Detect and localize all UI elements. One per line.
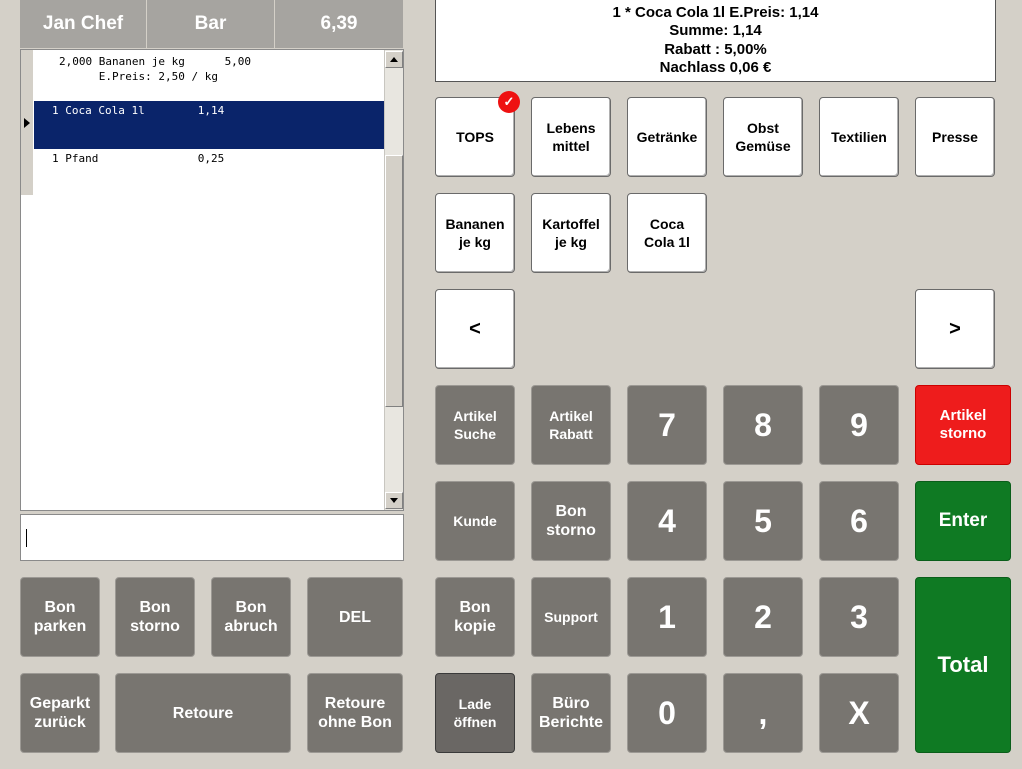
artikel-storno-button[interactable]: Artikel storno [915,385,1011,465]
category-label: TOPS [456,129,494,145]
text-caret [26,529,27,547]
kunde-button[interactable]: Kunde [435,481,515,561]
key-9[interactable]: 9 [819,385,899,465]
geparkt-zurueck-button[interactable]: Geparkt zurück [20,673,100,753]
enter-button[interactable]: Enter [915,481,1011,561]
category-presse[interactable]: Presse [915,97,995,177]
key-comma[interactable]: , [723,673,803,753]
scroll-down-button[interactable] [385,492,403,509]
bon-parken-button[interactable]: Bon parken [20,577,100,657]
info-line-sum: Summe: 1,14 [669,22,762,39]
info-line-discount: Rabatt : 5,00% [664,40,767,58]
receipt-row: 1 Coca Cola 1l 1,14 [52,104,225,117]
vertical-scrollbar[interactable] [384,50,403,510]
artikel-rabatt-button[interactable]: Artikel Rabatt [531,385,611,465]
info-line-reduction: Nachlass 0,06 € [659,59,772,76]
key-1[interactable]: 1 [627,577,707,657]
del-button[interactable]: DEL [307,577,403,657]
receipt-row-detail: E.Preis: 2,50 / kg [59,70,218,83]
bon-abbruch-button[interactable]: Bon abruch [211,577,291,657]
user-field: Jan Chef [20,0,147,48]
receipt-row[interactable]: 2,000 Bananen je kg 5,00 [59,55,251,68]
key-6[interactable]: 6 [819,481,899,561]
lade-oeffnen-button[interactable]: Lade öffnen [435,673,515,753]
key-5[interactable]: 5 [723,481,803,561]
bon-storno-keypad-button[interactable]: Bon storno [531,481,611,561]
product-coca-cola[interactable]: Coca Cola 1l [627,193,707,273]
support-button[interactable]: Support [531,577,611,657]
key-3[interactable]: 3 [819,577,899,657]
key-8[interactable]: 8 [723,385,803,465]
key-2[interactable]: 2 [723,577,803,657]
product-bananen[interactable]: Bananen je kg [435,193,515,273]
scroll-up-button[interactable] [385,51,403,68]
total-button[interactable]: Total [915,577,1011,753]
category-textilien[interactable]: Textilien [819,97,899,177]
scroll-thumb[interactable] [385,155,403,407]
key-0[interactable]: 0 [627,673,707,753]
bon-storno-button[interactable]: Bon storno [115,577,195,657]
key-4[interactable]: 4 [627,481,707,561]
bon-kopie-button[interactable]: Bon kopie [435,577,515,657]
info-line-article: 1 * Coca Cola 1l E.Preis: 1,14 [612,3,819,21]
receipt-list[interactable]: 2,000 Bananen je kg 5,00 E.Preis: 2,50 /… [20,49,404,511]
category-lebensmittel[interactable]: Lebens mittel [531,97,611,177]
key-x[interactable]: X [819,673,899,753]
mode-field: Bar [147,0,275,48]
check-badge-icon: ✓ [498,91,520,113]
artikel-suche-button[interactable]: Artikel Suche [435,385,515,465]
total-field: 6,39 [275,0,404,48]
product-kartoffel[interactable]: Kartoffel je kg [531,193,611,273]
category-getraenke[interactable]: Getränke [627,97,707,177]
arrow-up-icon [390,57,398,62]
next-page-button[interactable]: > [915,289,995,369]
retoure-button[interactable]: Retoure [115,673,291,753]
current-row-arrow-icon [24,118,30,128]
arrow-down-icon [390,498,398,503]
entry-input[interactable] [20,514,404,561]
key-7[interactable]: 7 [627,385,707,465]
receipt-row[interactable]: 1 Pfand 0,25 [52,152,224,165]
buero-berichte-button[interactable]: Büro Berichte [531,673,611,753]
category-tops[interactable]: TOPS ✓ [435,91,520,177]
retoure-ohne-bon-button[interactable]: Retoure ohne Bon [307,673,403,753]
prev-page-button[interactable]: < [435,289,515,369]
category-obst-gemuese[interactable]: Obst Gemüse [723,97,803,177]
info-display: 1 * Coca Cola 1l E.Preis: 1,14 Summe: 1,… [435,0,996,82]
selected-row[interactable]: 1 Coca Cola 1l 1,14 [34,101,384,149]
